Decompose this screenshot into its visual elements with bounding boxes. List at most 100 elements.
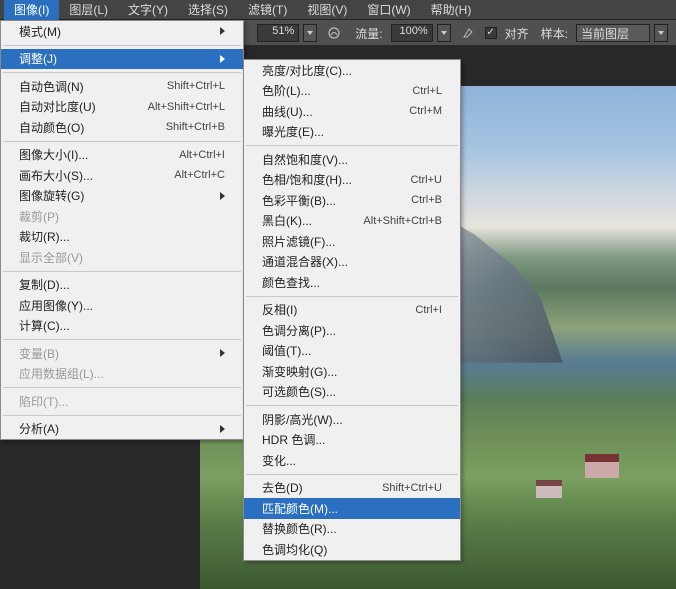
image-menu-separator [3, 387, 241, 388]
chevron-down-icon [441, 31, 447, 35]
menu-item-label: 匹配颜色(M)... [262, 500, 338, 517]
image-menu-separator [3, 45, 241, 46]
submenu-arrow-icon [220, 425, 225, 433]
image-menu-item[interactable]: 调整(J) [1, 49, 243, 70]
adjust-menu-item[interactable]: 照片滤镜(F)... [244, 231, 460, 252]
flow-dropdown[interactable] [437, 24, 451, 42]
image-menu-item[interactable]: 自动颜色(O)Shift+Ctrl+B [1, 117, 243, 138]
adjust-menu-item[interactable]: 色阶(L)...Ctrl+L [244, 81, 460, 102]
align-checkbox[interactable]: ✓ [485, 27, 497, 39]
submenu-arrow-icon [220, 349, 225, 357]
menu-item-label: HDR 色调... [262, 431, 325, 448]
sample-select[interactable]: 当前图层 [576, 24, 650, 42]
menu-item-label: 画布大小(S)... [19, 167, 93, 184]
menu-item-label: 亮度/对比度(C)... [262, 62, 352, 79]
flow-input[interactable]: 100% [391, 24, 433, 42]
adjust-menu-item[interactable]: 匹配颜色(M)... [244, 498, 460, 519]
sample-dropdown[interactable] [654, 24, 668, 42]
menu-item-label: 色调均化(Q) [262, 541, 327, 558]
image-menu-item[interactable]: 自动对比度(U)Alt+Shift+Ctrl+L [1, 97, 243, 118]
adjust-menu-item[interactable]: 曲线(U)... Ctrl+M [244, 101, 460, 122]
menu-item-label: 颜色查找... [262, 274, 320, 291]
chevron-down-icon [658, 31, 664, 35]
adjust-menu-item[interactable]: 色调均化(Q) [244, 539, 460, 560]
adjust-menu-item[interactable]: 替换颜色(R)... [244, 519, 460, 540]
adjust-menu-item[interactable]: 自然饱和度(V)... [244, 149, 460, 170]
image-menu-item[interactable]: 画布大小(S)... Alt+Ctrl+C [1, 165, 243, 186]
adjust-menu-item[interactable]: 去色(D)Shift+Ctrl+U [244, 478, 460, 499]
submenu-arrow-icon [220, 27, 225, 35]
menu-item-shortcut: Ctrl+M [409, 105, 442, 117]
menu-item-label: 可选颜色(S)... [262, 383, 336, 400]
image-menu-item: 显示全部(V) [1, 247, 243, 268]
adjust-menu-item[interactable]: 渐变映射(G)... [244, 361, 460, 382]
image-menu-item[interactable]: 应用图像(Y)... [1, 295, 243, 316]
menu-item-shortcut: Ctrl+B [411, 194, 442, 206]
image-menu-item[interactable]: 模式(M) [1, 21, 243, 42]
adjust-menu-item[interactable]: HDR 色调... [244, 430, 460, 451]
image-menu-item[interactable]: 计算(C)... [1, 316, 243, 337]
adjust-menu-separator [246, 474, 458, 475]
menubar-item-filter[interactable]: 滤镜(T) [238, 0, 297, 21]
airbrush-icon[interactable] [459, 24, 477, 42]
menu-item-label: 分析(A) [19, 420, 59, 437]
adjust-menu-item[interactable]: 颜色查找... [244, 272, 460, 293]
adjust-menu-item[interactable]: 变化... [244, 450, 460, 471]
menu-item-shortcut: Alt+Ctrl+C [174, 169, 225, 181]
image-menu-item: 变量(B) [1, 343, 243, 364]
menu-item-label: 曲线(U)... [262, 103, 313, 120]
menu-item-label: 变化... [262, 452, 296, 469]
menu-item-label: 应用图像(Y)... [19, 297, 93, 314]
image-menu-separator [3, 141, 241, 142]
menu-item-label: 照片滤镜(F)... [262, 233, 335, 250]
menu-item-label: 色调分离(P)... [262, 322, 336, 339]
adjust-menu-separator [246, 296, 458, 297]
image-menu-item[interactable]: 裁切(R)... [1, 227, 243, 248]
menu-item-label: 陷印(T)... [19, 393, 68, 410]
adjust-menu-item[interactable]: 亮度/对比度(C)... [244, 60, 460, 81]
menubar-item-image[interactable]: 图像(I) [4, 0, 59, 21]
menubar-item-window[interactable]: 窗口(W) [357, 0, 420, 21]
menu-item-shortcut: Ctrl+L [412, 85, 442, 97]
adjust-menu-item[interactable]: 色彩平衡(B)...Ctrl+B [244, 190, 460, 211]
adjust-menu-item[interactable]: 阴影/高光(W)... [244, 409, 460, 430]
image-menu-item[interactable]: 图像旋转(G) [1, 186, 243, 207]
opacity-input[interactable]: 51% [257, 24, 299, 42]
menubar-item-layer[interactable]: 图层(L) [59, 0, 118, 21]
menu-item-label: 色相/饱和度(H)... [262, 171, 352, 188]
menubar-item-text[interactable]: 文字(Y) [118, 0, 178, 21]
adjust-menu-item[interactable]: 黑白(K)...Alt+Shift+Ctrl+B [244, 211, 460, 232]
adjust-menu-item[interactable]: 曝光度(E)... [244, 122, 460, 143]
image-menu-item[interactable]: 图像大小(I)...Alt+Ctrl+I [1, 145, 243, 166]
opacity-dropdown[interactable] [303, 24, 317, 42]
adjust-menu-item[interactable]: 反相(I)Ctrl+I [244, 300, 460, 321]
adjust-menu-item[interactable]: 色调分离(P)... [244, 320, 460, 341]
image-menu-separator [3, 415, 241, 416]
menu-item-label: 通道混合器(X)... [262, 253, 348, 270]
image-menu-item: 裁剪(P) [1, 206, 243, 227]
image-menu-dropdown: 模式(M)调整(J)自动色调(N)Shift+Ctrl+L自动对比度(U)Alt… [0, 20, 244, 440]
adjust-menu-item[interactable]: 阈值(T)... [244, 341, 460, 362]
menu-item-label: 阈值(T)... [262, 342, 311, 359]
image-menu-separator [3, 72, 241, 73]
menu-item-label: 自动颜色(O) [19, 119, 84, 136]
menu-item-label: 自动对比度(U) [19, 98, 96, 115]
adjust-menu-item[interactable]: 可选颜色(S)... [244, 382, 460, 403]
menu-item-label: 裁切(R)... [19, 228, 70, 245]
adjust-menu-separator [246, 405, 458, 406]
submenu-arrow-icon [220, 55, 225, 63]
image-menu-item: 应用数据组(L)... [1, 364, 243, 385]
image-menu-item[interactable]: 分析(A) [1, 419, 243, 440]
house-shape [536, 480, 562, 498]
image-menu-item: 陷印(T)... [1, 391, 243, 412]
image-menu-item[interactable]: 自动色调(N)Shift+Ctrl+L [1, 76, 243, 97]
menu-item-label: 反相(I) [262, 301, 297, 318]
menubar-item-view[interactable]: 视图(V) [297, 0, 357, 21]
menubar-item-help[interactable]: 帮助(H) [421, 0, 482, 21]
image-menu-item[interactable]: 复制(D)... [1, 275, 243, 296]
pressure-opacity-icon[interactable] [325, 24, 343, 42]
adjust-menu-item[interactable]: 通道混合器(X)... [244, 252, 460, 273]
menu-item-label: 替换颜色(R)... [262, 520, 337, 537]
adjust-menu-item[interactable]: 色相/饱和度(H)...Ctrl+U [244, 170, 460, 191]
menubar-item-select[interactable]: 选择(S) [178, 0, 238, 21]
